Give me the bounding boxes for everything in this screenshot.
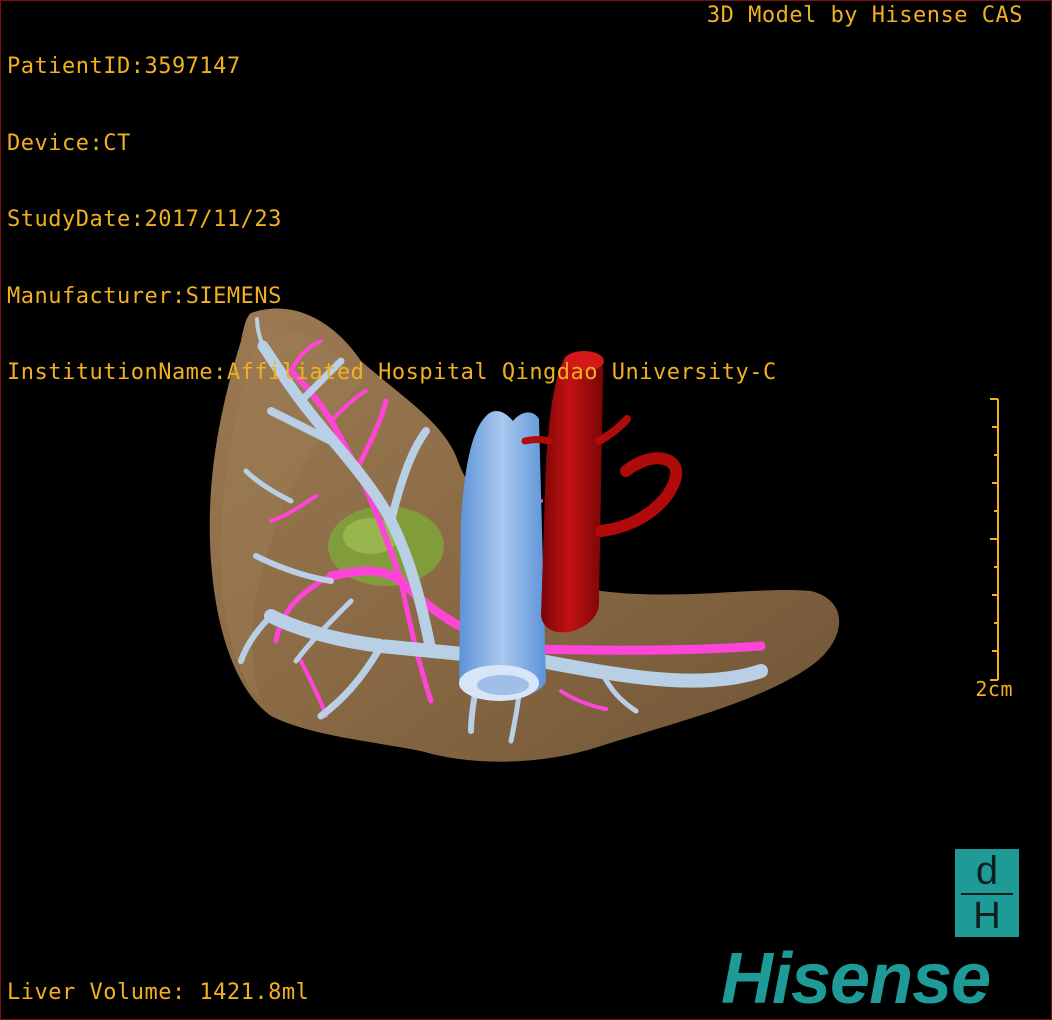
liver-volume: Liver Volume: 1421.8ml: [7, 979, 310, 1005]
patient-id: PatientID:3597147: [7, 54, 241, 79]
manufacturer: Manufacturer:SIEMENS: [7, 283, 282, 309]
study-date: StudyDate:2017/11/23: [7, 207, 282, 232]
scale-bar-label: 2cm: [975, 677, 1013, 701]
scale-bar: [990, 398, 999, 681]
dicom-info-overlay: PatientID:3597147 Device:CT StudyDate:20…: [7, 3, 777, 437]
hisense-wordmark: Hisense: [721, 939, 991, 1019]
model-credit: 3D Model by Hisense CAS: [706, 3, 1023, 28]
hisense-cas-logo-icon: d H: [955, 849, 1019, 937]
inferior-vena-cava: [459, 411, 546, 701]
3d-viewport[interactable]: PatientID:3597147 Device:CT StudyDate:20…: [0, 0, 1052, 1020]
logo-h-glyph: H: [973, 895, 1001, 937]
device: Device:CT: [7, 130, 131, 156]
logo-d-glyph: d: [975, 849, 999, 893]
institution-name: InstitutionName:Affiliated Hospital Qing…: [7, 360, 777, 385]
